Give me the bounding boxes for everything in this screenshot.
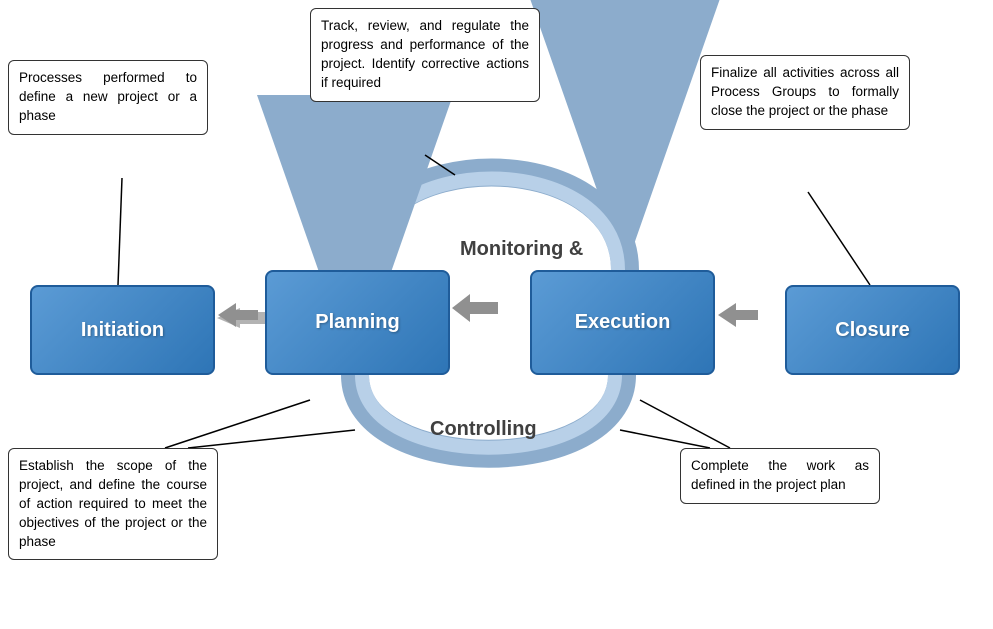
diagram-container: Initiation Planning Execution Closure Mo…: [0, 0, 993, 629]
callout-execution-bottom: Complete the work as defined in the proj…: [680, 448, 880, 504]
monitoring-label: Monitoring &: [460, 238, 583, 261]
initiation-label: Initiation: [81, 319, 164, 342]
callout-planning-bottom: Establish the scope of the project, and …: [8, 448, 218, 560]
execution-label: Execution: [575, 311, 671, 334]
initiation-box: Initiation: [30, 285, 215, 375]
callout-closure-top: Finalize all activities across all Proce…: [700, 55, 910, 130]
execution-box: Execution: [530, 270, 715, 375]
planning-box: Planning: [265, 270, 450, 375]
planning-label: Planning: [315, 311, 399, 334]
callout-monitoring: Track, review, and regulate the progress…: [310, 8, 540, 102]
closure-box: Closure: [785, 285, 960, 375]
callout-initiation-top: Processes performed to define a new proj…: [8, 60, 208, 135]
controlling-label: Controlling: [430, 418, 537, 441]
closure-label: Closure: [835, 319, 909, 342]
